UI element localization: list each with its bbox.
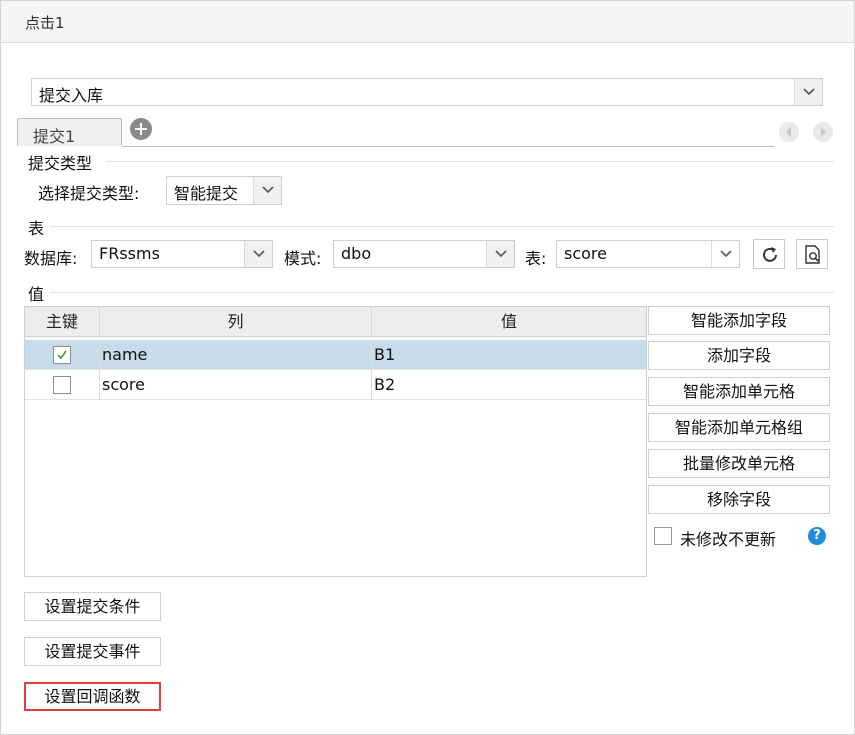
value-cell: B1 — [374, 345, 396, 364]
question-icon[interactable]: ? — [808, 527, 826, 545]
tab-label: 提交1 — [33, 127, 76, 146]
chevron-down-icon[interactable] — [244, 241, 272, 267]
field-table: 主键 列 值 name B1 score B2 — [24, 306, 647, 577]
primary-key-checkbox[interactable] — [53, 376, 71, 394]
tab-submit-1[interactable]: 提交1 — [17, 118, 122, 146]
database-select[interactable]: FRssms — [91, 240, 273, 268]
schema-label: 模式: — [284, 249, 322, 268]
column-header-key[interactable]: 主键 — [25, 307, 100, 337]
smart-add-cell-button[interactable]: 智能添加单元格 — [648, 377, 830, 406]
chevron-right-icon[interactable] — [813, 122, 833, 142]
table-value: score — [564, 244, 607, 263]
section-table: 表 — [16, 215, 834, 238]
divider — [106, 161, 834, 162]
set-callback-function-button[interactable]: 设置回调函数 — [24, 682, 161, 711]
submit-type-label: 选择提交类型: — [38, 184, 140, 203]
column-header-value[interactable]: 值 — [372, 307, 646, 337]
no-update-unmodified-checkbox[interactable] — [654, 527, 672, 545]
submit-type-select-value: 提交入库 — [39, 86, 104, 105]
title-bar: 点击1 — [1, 1, 854, 43]
section-title: 提交类型 — [28, 154, 93, 173]
divider — [50, 292, 834, 293]
database-label: 数据库: — [24, 249, 78, 268]
submit-type-select[interactable]: 提交入库 — [31, 78, 823, 106]
add-field-button[interactable]: 添加字段 — [648, 341, 830, 370]
key-cell — [25, 370, 100, 400]
set-submit-condition-button[interactable]: 设置提交条件 — [24, 592, 161, 621]
chevron-left-icon[interactable] — [779, 122, 799, 142]
column-cell: score — [100, 370, 372, 400]
submit-mode-select[interactable]: 智能提交 — [166, 176, 282, 205]
section-submit-type: 提交类型 — [16, 150, 834, 173]
database-value: FRssms — [99, 244, 160, 263]
key-cell — [25, 340, 100, 370]
primary-key-checkbox[interactable] — [53, 346, 71, 364]
refresh-button[interactable] — [753, 239, 785, 269]
chevron-down-icon[interactable] — [794, 79, 822, 105]
plus-circle-icon[interactable] — [130, 118, 152, 140]
column-header-column[interactable]: 列 — [100, 307, 372, 337]
schema-select[interactable]: dbo — [333, 240, 515, 268]
smart-add-field-button[interactable]: 智能添加字段 — [648, 306, 830, 335]
smart-add-cell-group-button[interactable]: 智能添加单元格组 — [648, 413, 830, 442]
window-title: 点击1 — [25, 14, 65, 32]
table-label: 表: — [525, 249, 547, 268]
submit-mode-value: 智能提交 — [174, 184, 239, 203]
table-row[interactable]: score B2 — [25, 370, 646, 400]
table-select[interactable]: score — [556, 240, 740, 268]
chevron-down-icon[interactable] — [253, 177, 281, 204]
section-title: 值 — [28, 285, 45, 304]
no-update-unmodified-label: 未修改不更新 — [680, 530, 777, 549]
divider — [50, 226, 834, 227]
preview-table-button[interactable] — [796, 239, 828, 269]
chevron-down-icon[interactable] — [486, 241, 514, 267]
section-title: 表 — [28, 219, 45, 238]
column-cell: name — [100, 340, 372, 370]
schema-value: dbo — [341, 244, 372, 263]
remove-field-button[interactable]: 移除字段 — [648, 485, 830, 514]
set-submit-event-button[interactable]: 设置提交事件 — [24, 637, 161, 666]
chevron-down-icon[interactable] — [711, 241, 739, 267]
table-row[interactable]: name B1 — [25, 340, 646, 370]
value-cell: B2 — [374, 375, 396, 394]
tab-divider — [122, 146, 774, 147]
table-header: 主键 列 值 — [25, 307, 646, 337]
section-value: 值 — [16, 281, 834, 304]
batch-modify-cell-button[interactable]: 批量修改单元格 — [648, 449, 830, 478]
